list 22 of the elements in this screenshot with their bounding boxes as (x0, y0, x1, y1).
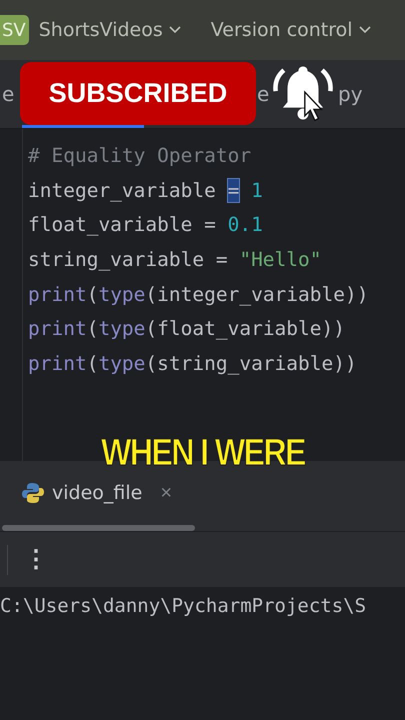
python-icon (22, 482, 44, 504)
editor-tab-label[interactable]: e (2, 82, 14, 106)
code-line: print(type(integer_variable)) (28, 282, 368, 308)
version-control-menu[interactable]: Version control (210, 19, 371, 41)
console-output: C:\Users\danny\PycharmProjects\S (0, 595, 366, 617)
video-caption: WHEN I WERE (100, 432, 304, 475)
close-button[interactable]: × (150, 482, 172, 504)
code-line: integer_variable = 1 (28, 178, 264, 204)
editor-tab-label[interactable]: py (338, 82, 363, 106)
chevron-icon (358, 26, 371, 34)
more-button[interactable]: ⋮ (24, 545, 48, 574)
editor-tab-label[interactable]: e (257, 82, 270, 106)
project-menu[interactable]: ShortsVideos (38, 19, 181, 41)
code-line: float_variable = 0.1 (28, 212, 264, 238)
project-badge: SV (0, 15, 29, 45)
code-line: print(type(float_variable)) (28, 316, 346, 342)
code-line: print(type(string_variable)) (28, 351, 358, 378)
code-line: string_variable = "Hello" (28, 247, 323, 274)
run-tab-label[interactable]: video_file (52, 482, 142, 504)
subscribed-button[interactable]: SUBSCRIBED (20, 62, 256, 125)
code-line: # Equality Operator (28, 143, 252, 169)
chevron-icon (168, 26, 181, 34)
